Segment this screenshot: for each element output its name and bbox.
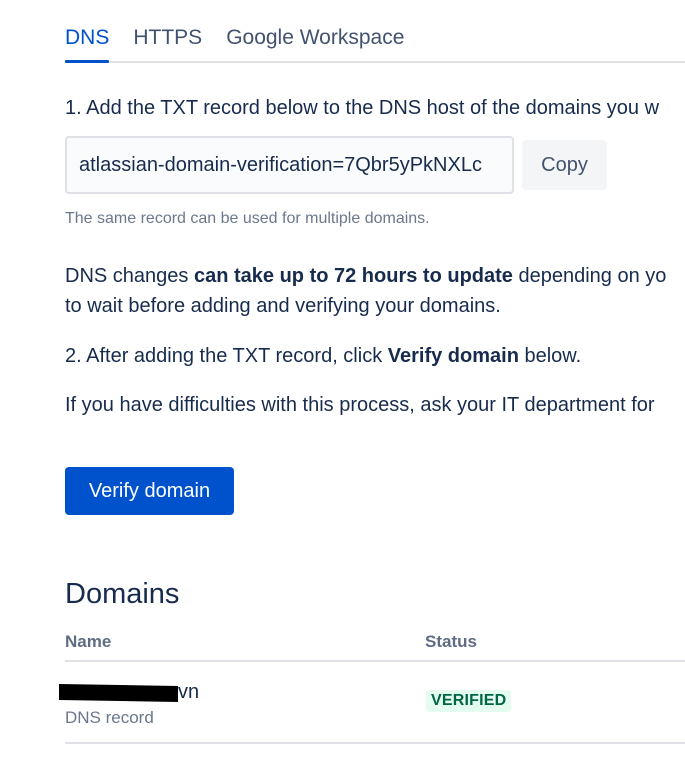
domain-verification-page: DNS HTTPS Google Workspace 1. Add the TX… <box>0 0 685 771</box>
tab-dns[interactable]: DNS <box>65 22 110 63</box>
dns-note-suffix: depending on yo <box>512 265 667 287</box>
step-1-instruction: 1. Add the TXT record below to the DNS h… <box>65 97 660 119</box>
tab-google-workspace[interactable]: Google Workspace <box>226 22 404 61</box>
txt-record-field[interactable] <box>65 136 514 194</box>
step-2-suffix: below. <box>518 345 582 367</box>
help-text: If you have difficulties with this proce… <box>65 394 655 416</box>
dns-note-line-1: DNS changes can take up to 72 hours to u… <box>65 261 685 291</box>
redaction-mark <box>59 683 178 703</box>
domains-table-header: Name Status <box>65 632 685 662</box>
copy-button[interactable]: Copy <box>522 140 607 190</box>
table-row: vn DNS record VERIFIED <box>59 662 685 744</box>
txt-record-row: Copy <box>65 136 607 194</box>
verification-method-tabs: DNS HTTPS Google Workspace <box>65 22 685 63</box>
dns-note-line-2: to wait before adding and verifying your… <box>65 295 501 317</box>
step-2-instruction: 2. After adding the TXT record, click Ve… <box>65 345 581 368</box>
tab-https[interactable]: HTTPS <box>133 22 202 61</box>
domain-verification-type: DNS record <box>65 708 154 727</box>
dns-note-emphasis: can take up to 72 hours to update <box>193 265 513 287</box>
verify-domain-button[interactable]: Verify domain <box>65 467 234 515</box>
domain-name-visible-suffix: vn <box>178 681 200 703</box>
step-2-prefix: 2. After adding the TXT record, click <box>65 345 388 367</box>
column-header-status: Status <box>425 632 477 651</box>
column-header-name: Name <box>65 632 112 651</box>
domains-heading: Domains <box>65 578 180 610</box>
status-badge: VERIFIED <box>426 690 512 712</box>
dns-propagation-note: DNS changes can take up to 72 hours to u… <box>65 261 685 321</box>
record-hint-text: The same record can be used for multiple… <box>65 210 430 227</box>
dns-note-prefix: DNS changes <box>65 265 194 287</box>
step-2-emphasis: Verify domain <box>387 345 519 367</box>
